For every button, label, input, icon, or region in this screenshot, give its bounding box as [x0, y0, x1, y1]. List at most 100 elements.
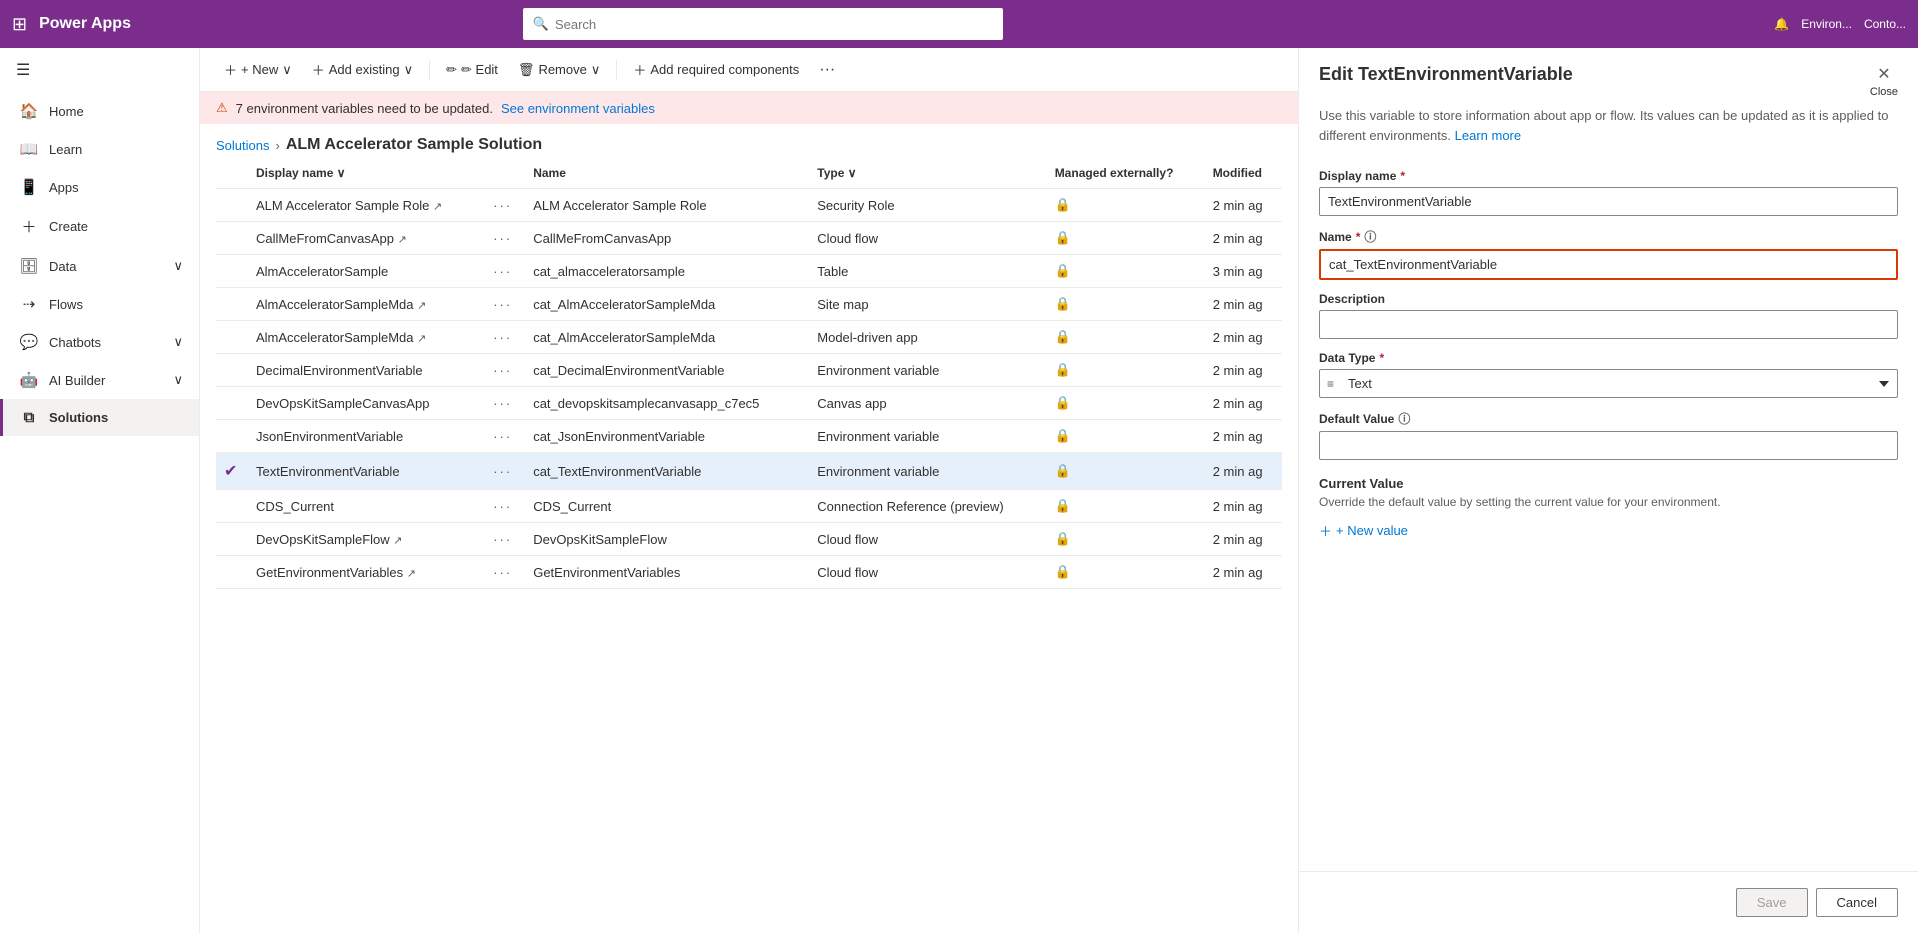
- row-type: Connection Reference (preview): [809, 490, 1046, 523]
- row-more-btn[interactable]: ···: [485, 321, 525, 354]
- row-more-btn[interactable]: ···: [485, 222, 525, 255]
- current-value-section: Current Value Override the default value…: [1319, 476, 1898, 544]
- row-type: Cloud flow: [809, 523, 1046, 556]
- row-checkbox[interactable]: [216, 387, 248, 420]
- learn-more-link[interactable]: Learn more: [1455, 128, 1521, 143]
- row-checkbox[interactable]: [216, 490, 248, 523]
- display-name-input[interactable]: [1319, 187, 1898, 216]
- table-row[interactable]: DecimalEnvironmentVariable···cat_Decimal…: [216, 354, 1282, 387]
- row-checkbox[interactable]: [216, 255, 248, 288]
- row-more-btn[interactable]: ···: [485, 523, 525, 556]
- edit-button[interactable]: ✏ ✏ Edit: [438, 58, 506, 82]
- col-managed[interactable]: Managed externally?: [1047, 158, 1205, 189]
- name-input[interactable]: [1319, 249, 1898, 280]
- row-checkbox[interactable]: [216, 556, 248, 589]
- row-more-btn[interactable]: ···: [485, 420, 525, 453]
- search-input[interactable]: [555, 17, 993, 32]
- sidebar-item-learn[interactable]: 📖 Learn: [0, 130, 199, 168]
- panel-footer: Save Cancel: [1299, 871, 1918, 933]
- row-checkbox[interactable]: [216, 321, 248, 354]
- default-value-input[interactable]: [1319, 431, 1898, 460]
- row-checkbox[interactable]: [216, 222, 248, 255]
- row-display-name: CDS_Current: [248, 490, 485, 523]
- add-existing-button[interactable]: ＋ Add existing ∨: [304, 56, 421, 83]
- breadcrumb-parent[interactable]: Solutions: [216, 138, 269, 153]
- row-more-btn[interactable]: ···: [485, 255, 525, 288]
- add-existing-chevron-icon: ∨: [404, 62, 414, 78]
- row-modified: 2 min ag: [1205, 387, 1282, 420]
- table-row[interactable]: AlmAcceleratorSampleMda ↗···cat_AlmAccel…: [216, 288, 1282, 321]
- row-checkbox[interactable]: ✔: [216, 453, 248, 490]
- col-name[interactable]: Name: [525, 158, 809, 189]
- lock-icon: 🔒: [1055, 498, 1071, 513]
- table-row[interactable]: DevOpsKitSampleFlow ↗···DevOpsKitSampleF…: [216, 523, 1282, 556]
- table-row[interactable]: ALM Accelerator Sample Role ↗···ALM Acce…: [216, 189, 1282, 222]
- create-icon: ＋: [19, 216, 39, 237]
- col-more: [485, 158, 525, 189]
- sidebar-item-home[interactable]: 🏠 Home: [0, 92, 199, 130]
- row-checkbox[interactable]: [216, 354, 248, 387]
- row-more-btn[interactable]: ···: [485, 189, 525, 222]
- row-locked: 🔒: [1047, 523, 1205, 556]
- cancel-button[interactable]: Cancel: [1816, 888, 1898, 917]
- col-type[interactable]: Type ∨: [809, 158, 1046, 189]
- new-button[interactable]: ＋ + New ∨: [216, 56, 300, 83]
- row-display-name: JsonEnvironmentVariable: [248, 420, 485, 453]
- row-display-name: TextEnvironmentVariable: [248, 453, 485, 490]
- save-button[interactable]: Save: [1736, 888, 1808, 917]
- row-more-btn[interactable]: ···: [485, 387, 525, 420]
- panel-description: Use this variable to store information a…: [1299, 98, 1918, 157]
- default-value-info-icon[interactable]: ⓘ: [1398, 410, 1410, 427]
- row-locked: 🔒: [1047, 321, 1205, 354]
- search-icon: 🔍: [533, 16, 549, 32]
- notification-icon[interactable]: 🔔: [1774, 17, 1789, 31]
- row-more-btn[interactable]: ···: [485, 288, 525, 321]
- data-type-label: Data Type *: [1319, 351, 1898, 365]
- table-row[interactable]: CDS_Current···CDS_CurrentConnection Refe…: [216, 490, 1282, 523]
- row-more-btn[interactable]: ···: [485, 354, 525, 387]
- grid-icon[interactable]: ⊞: [12, 14, 27, 35]
- remove-button[interactable]: 🗑 Remove ∨: [510, 58, 608, 82]
- more-button[interactable]: ···: [811, 57, 843, 83]
- sidebar-item-solutions-label: Solutions: [49, 410, 108, 425]
- sidebar-item-create[interactable]: ＋ Create: [0, 206, 199, 247]
- add-req-icon: ＋: [633, 60, 646, 79]
- sidebar-item-ai-builder[interactable]: 🤖 AI Builder ∨: [0, 361, 199, 399]
- table-row[interactable]: JsonEnvironmentVariable···cat_JsonEnviro…: [216, 420, 1282, 453]
- sidebar-item-solutions[interactable]: ⧉ Solutions: [0, 399, 199, 436]
- row-more-btn[interactable]: ···: [485, 556, 525, 589]
- new-value-button[interactable]: ＋ + New value: [1319, 517, 1408, 544]
- row-more-btn[interactable]: ···: [485, 490, 525, 523]
- edit-icon: ✏: [446, 62, 457, 78]
- row-checkbox[interactable]: [216, 189, 248, 222]
- hamburger-button[interactable]: ☰: [0, 48, 199, 92]
- table-row[interactable]: GetEnvironmentVariables ↗···GetEnvironme…: [216, 556, 1282, 589]
- row-display-name: AlmAcceleratorSampleMda ↗: [248, 321, 485, 354]
- row-more-btn[interactable]: ···: [485, 453, 525, 490]
- description-input[interactable]: [1319, 310, 1898, 339]
- col-modified[interactable]: Modified: [1205, 158, 1282, 189]
- name-info-icon[interactable]: ⓘ: [1364, 228, 1376, 245]
- col-checkbox[interactable]: [216, 158, 248, 189]
- add-required-button[interactable]: ＋ Add required components: [625, 56, 807, 83]
- table-row[interactable]: CallMeFromCanvasApp ↗···CallMeFromCanvas…: [216, 222, 1282, 255]
- table-row[interactable]: AlmAcceleratorSample···cat_almaccelerato…: [216, 255, 1282, 288]
- sidebar-item-flows[interactable]: ⇢ Flows: [0, 285, 199, 323]
- sidebar-item-data[interactable]: 🗄 Data ∨: [0, 247, 199, 285]
- warning-link[interactable]: See environment variables: [501, 101, 655, 116]
- table-row[interactable]: AlmAcceleratorSampleMda ↗···cat_AlmAccel…: [216, 321, 1282, 354]
- sidebar-item-chatbots[interactable]: 💬 Chatbots ∨: [0, 323, 199, 361]
- sidebar-item-data-label: Data: [49, 259, 76, 274]
- row-checkbox[interactable]: [216, 420, 248, 453]
- panel-close-button[interactable]: ✕ Close: [1870, 64, 1898, 98]
- col-display-name[interactable]: Display name ∨: [248, 158, 485, 189]
- table-row[interactable]: DevOpsKitSampleCanvasApp···cat_devopskit…: [216, 387, 1282, 420]
- table-row[interactable]: ✔TextEnvironmentVariable···cat_TextEnvir…: [216, 453, 1282, 490]
- row-checkbox[interactable]: [216, 288, 248, 321]
- sidebar-item-apps[interactable]: 📱 Apps: [0, 168, 199, 206]
- data-type-select[interactable]: Text Number Boolean JSON Data source: [1319, 369, 1898, 398]
- plus-icon: ＋: [1319, 521, 1332, 540]
- row-checkbox[interactable]: [216, 523, 248, 556]
- sidebar-item-chatbots-label: Chatbots: [49, 335, 101, 350]
- row-modified: 2 min ag: [1205, 189, 1282, 222]
